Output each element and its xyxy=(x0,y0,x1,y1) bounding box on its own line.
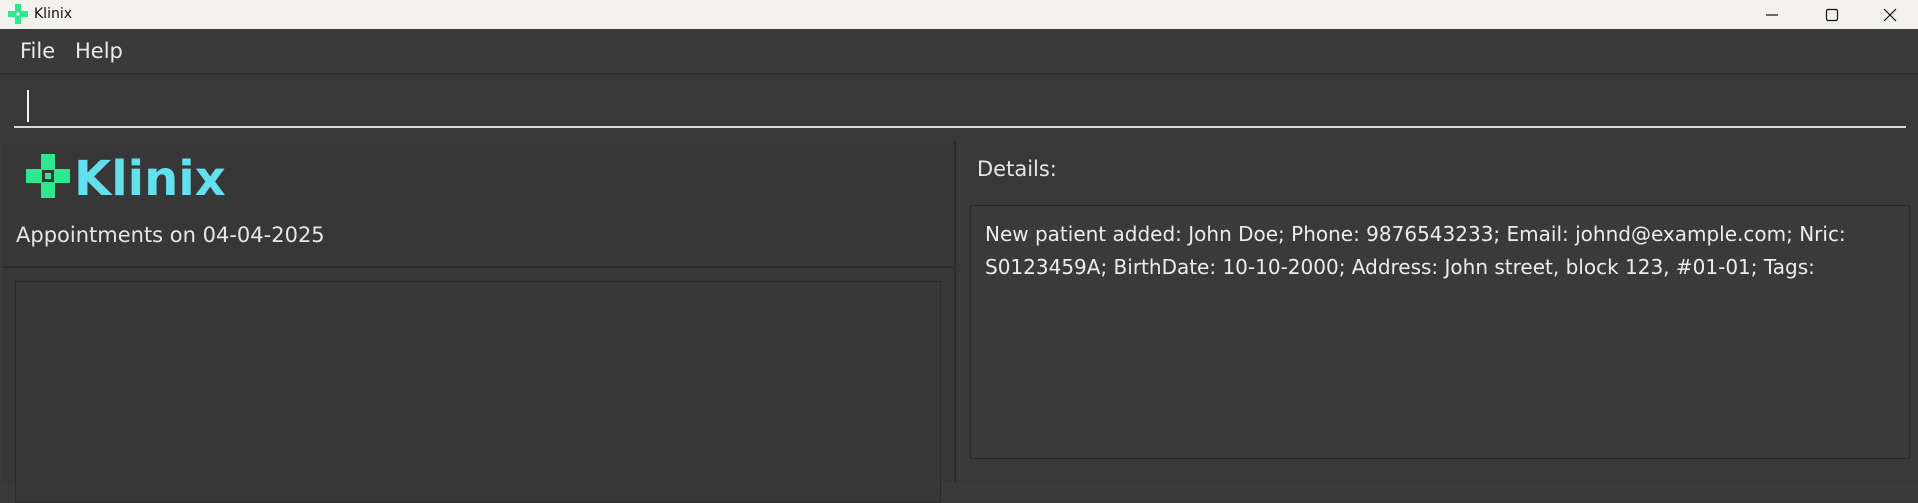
maximize-icon xyxy=(1825,8,1839,22)
details-label: Details: xyxy=(977,157,1057,181)
text-caret xyxy=(27,90,29,122)
command-box xyxy=(0,74,1918,140)
menu-bar: File Help xyxy=(0,29,1918,74)
klinix-logo: Klinix xyxy=(26,151,226,203)
svg-text:Klinix: Klinix xyxy=(74,151,226,203)
result-display[interactable]: New patient added: John Doe; Phone: 9876… xyxy=(970,205,1910,459)
minimize-button[interactable] xyxy=(1744,0,1800,29)
menu-file[interactable]: File xyxy=(20,39,55,63)
close-icon xyxy=(1883,8,1897,22)
appointments-header: Appointments on 04-04-2025 xyxy=(16,223,325,247)
window-title: Klinix xyxy=(34,6,73,22)
command-input[interactable] xyxy=(14,84,1906,128)
maximize-button[interactable] xyxy=(1804,0,1860,29)
minimize-icon xyxy=(1766,14,1778,16)
divider xyxy=(2,266,954,268)
menu-help[interactable]: Help xyxy=(75,39,123,63)
details-panel: Details: New patient added: John Doe; Ph… xyxy=(956,141,1918,482)
close-button[interactable] xyxy=(1862,0,1918,29)
appointments-panel: Klinix Appointments on 04-04-2025 xyxy=(2,141,956,503)
title-bar: Klinix xyxy=(0,0,1918,29)
appointment-list[interactable] xyxy=(15,281,941,503)
app-cross-icon xyxy=(8,4,28,24)
